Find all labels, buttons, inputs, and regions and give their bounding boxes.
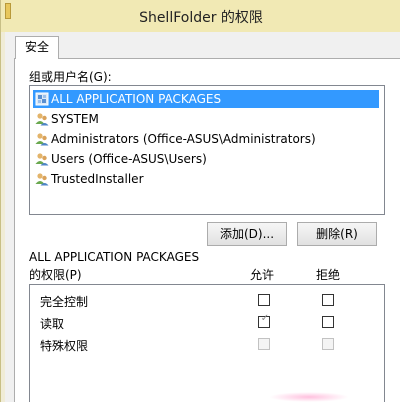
list-item-label: Users (Office-ASUS\Users) <box>51 152 207 166</box>
groups-label: 组或用户名(G): <box>29 70 112 84</box>
tab-security[interactable]: 安全 <box>15 36 59 59</box>
app-packages-icon <box>35 92 49 106</box>
check-icon: ✓ <box>260 313 270 324</box>
list-item[interactable]: Users (Office-ASUS\Users) <box>33 150 379 168</box>
allow-column-header: 允许 <box>250 268 275 282</box>
remove-button[interactable]: 删除(R) <box>297 222 377 246</box>
list-item-label: SYSTEM <box>51 112 99 126</box>
users-icon <box>35 133 49 146</box>
allow-checkbox <box>258 338 270 350</box>
allow-checkbox[interactable] <box>258 294 270 306</box>
permission-name: 读取 <box>40 317 65 331</box>
add-button[interactable]: 添加(D)... <box>207 222 287 246</box>
users-icon <box>35 113 49 126</box>
users-icon <box>35 173 49 186</box>
permissions-list: 完全控制 读取 ✓ 特殊权限 <box>29 284 385 402</box>
list-item-label: TrustedInstaller <box>51 172 144 186</box>
permission-row-full-control: 完全控制 <box>30 290 384 310</box>
groups-listbox[interactable]: ALL APPLICATION PACKAGES SYSTEM Administ… <box>29 85 385 215</box>
deny-checkbox[interactable] <box>322 294 334 306</box>
list-item-label: Administrators (Office-ASUS\Administrato… <box>51 132 316 146</box>
permissions-label: 的权限(P) <box>29 268 82 282</box>
permissions-dialog: ShellFolder 的权限 安全 组或用户名(G): ALL APPLICA… <box>0 0 400 402</box>
permissions-for-label: ALL APPLICATION PACKAGES <box>29 250 200 264</box>
deny-checkbox <box>322 338 334 350</box>
permission-name: 特殊权限 <box>40 339 89 353</box>
list-item[interactable]: ALL APPLICATION PACKAGES <box>33 90 379 108</box>
permission-row-read: 读取 ✓ <box>30 312 384 332</box>
permission-row-special: 特殊权限 <box>30 334 384 354</box>
decorative-glow <box>269 392 349 402</box>
title-bar[interactable]: ShellFolder 的权限 <box>1 0 400 32</box>
list-item-label: ALL APPLICATION PACKAGES <box>51 92 222 106</box>
list-item[interactable]: SYSTEM <box>33 110 379 128</box>
deny-column-header: 拒绝 <box>316 268 341 282</box>
permission-name: 完全控制 <box>40 295 89 309</box>
users-icon <box>35 153 49 166</box>
window-title: ShellFolder 的权限 <box>139 10 263 26</box>
list-item[interactable]: Administrators (Office-ASUS\Administrato… <box>33 130 379 148</box>
deny-checkbox[interactable] <box>322 316 334 328</box>
allow-checkbox[interactable]: ✓ <box>258 313 270 328</box>
list-item[interactable]: TrustedInstaller <box>33 170 379 188</box>
